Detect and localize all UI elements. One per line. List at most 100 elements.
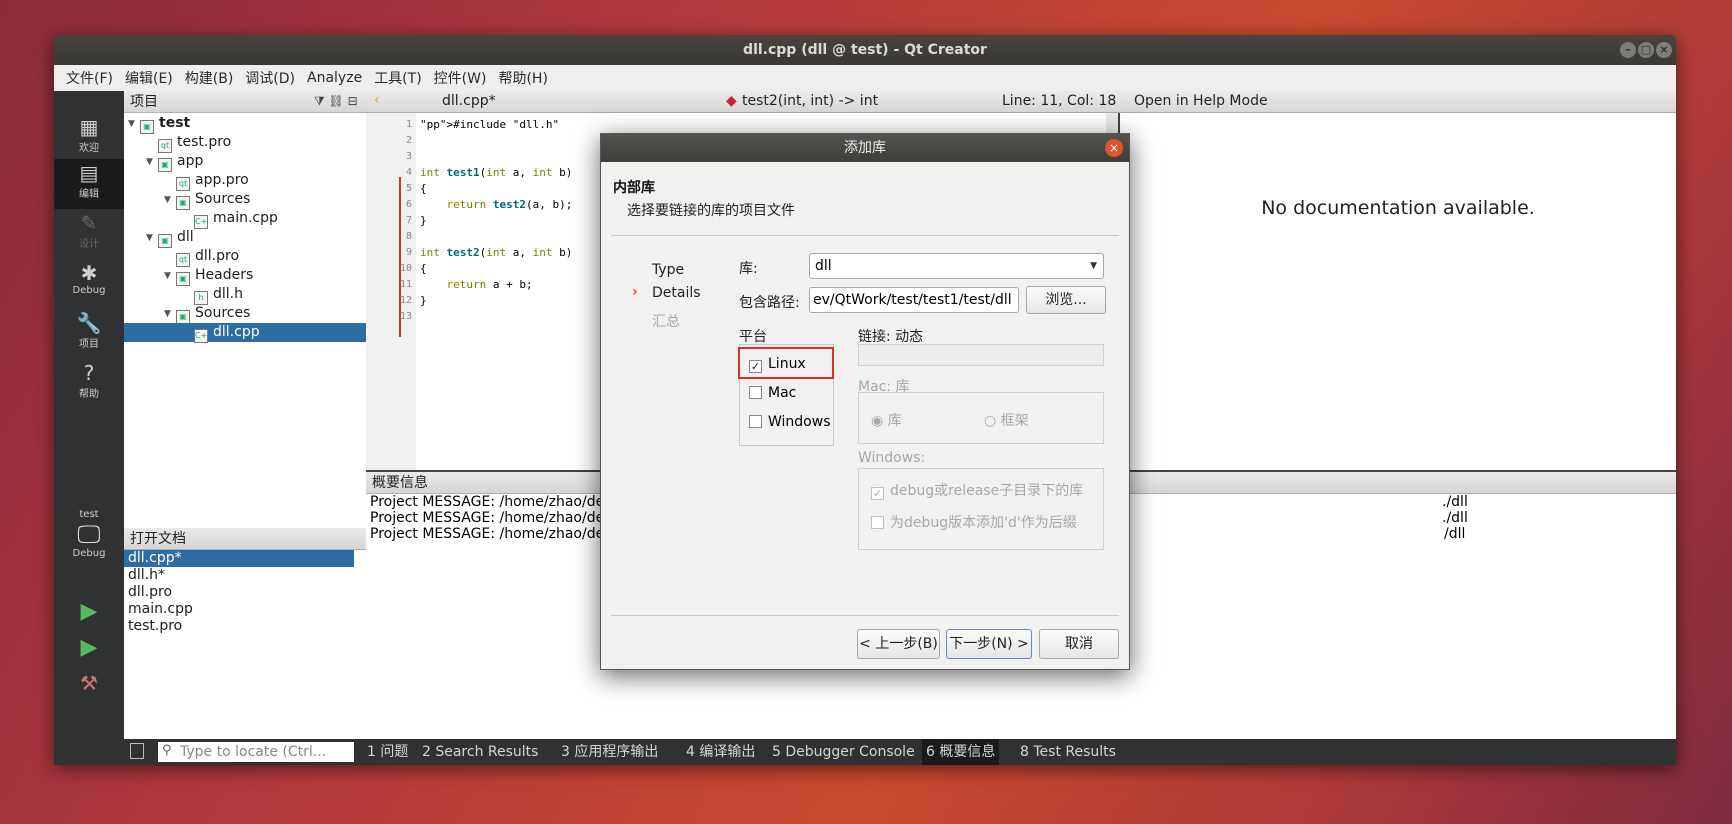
wrench-icon: 🔧 xyxy=(76,311,102,335)
windows-checkbox[interactable]: Windows xyxy=(749,414,831,430)
kit-selector[interactable]: test 🖵 Debug xyxy=(54,509,124,559)
search-icon: ⚲ xyxy=(162,743,172,758)
tab-app-output[interactable]: 3 应用程序输出 xyxy=(561,739,658,765)
folder-icon: ▣ xyxy=(176,310,190,324)
mac-framework-radio: ○ 框架 xyxy=(984,413,1029,429)
step-summary: 汇总 xyxy=(652,314,680,330)
mode-help[interactable]: ? 帮助 xyxy=(54,359,124,409)
folder-icon: ▣ xyxy=(176,196,190,210)
sidebar-toggle-icon[interactable] xyxy=(130,743,144,759)
maximize-icon[interactable]: □ xyxy=(1638,42,1654,58)
menu-help[interactable]: 帮助(H) xyxy=(492,68,553,88)
tab-debugger-console[interactable]: 5 Debugger Console xyxy=(772,739,915,765)
menu-debug[interactable]: 调试(D) xyxy=(239,68,301,88)
project-icon: ▣ xyxy=(158,158,172,172)
divider xyxy=(611,235,1119,236)
output-tabs-bar: Type to locate (Ctrl... ⚲ 1 问题 2 Search … xyxy=(124,739,1676,765)
open-docs-list: dll.cpp* dll.h* dll.pro main.cpp test.pr… xyxy=(124,550,366,739)
locator-input[interactable]: Type to locate (Ctrl... xyxy=(158,742,354,762)
open-doc-item[interactable]: dll.pro xyxy=(128,584,172,601)
tree-item[interactable]: ▣ dll xyxy=(158,228,194,248)
line-number: 8 xyxy=(405,231,412,242)
menu-widgets[interactable]: 控件(W) xyxy=(428,68,493,88)
minimize-icon[interactable]: – xyxy=(1620,42,1636,58)
mac-checkbox[interactable]: Mac xyxy=(749,385,796,401)
tree-item[interactable]: h dll.h xyxy=(194,285,243,305)
tab-compile-output[interactable]: 4 编译输出 xyxy=(686,739,755,765)
tree-item[interactable]: qt dll.pro xyxy=(176,247,239,267)
code-line: { xyxy=(420,262,427,275)
mode-projects[interactable]: 🔧 项目 xyxy=(54,309,124,359)
mode-design[interactable]: ✎ 设计 xyxy=(54,209,124,259)
menu-tools[interactable]: 工具(T) xyxy=(368,68,427,88)
editor-toolbar: ‹ dll.cpp* ◆ test2(int, int) -> int Line… xyxy=(366,91,1676,113)
library-value: dll xyxy=(815,258,832,274)
mode-debug[interactable]: ✱ Debug xyxy=(54,259,124,309)
mode-edit[interactable]: ▤ 编辑 xyxy=(54,159,124,209)
linux-checkbox[interactable]: ✓ Linux xyxy=(749,356,806,373)
link-type-select xyxy=(858,344,1104,366)
line-number: 12 xyxy=(399,295,412,306)
include-path-input[interactable]: ev/QtWork/test/test1/test/dll xyxy=(809,287,1019,313)
menu-build[interactable]: 构建(B) xyxy=(179,68,240,88)
open-doc-item[interactable]: main.cpp xyxy=(128,601,193,618)
output-line-tail: ./dll xyxy=(1442,510,1468,526)
tree-item[interactable]: ▣ Sources xyxy=(176,304,250,324)
no-doc-message: No documentation available. xyxy=(1261,197,1535,219)
open-doc-item[interactable]: dll.h* xyxy=(128,567,165,584)
debug-run-icon[interactable]: ▶ xyxy=(76,635,102,661)
tree-item[interactable]: ▣ test xyxy=(140,114,190,134)
open-doc-item[interactable]: test.pro xyxy=(128,618,182,635)
mode-welcome[interactable]: ▦ 欢迎 xyxy=(54,113,124,163)
checkbox-checked-icon: ✓ xyxy=(749,360,762,373)
next-button[interactable]: 下一步(N) > xyxy=(946,629,1032,659)
tree-item[interactable]: ▣ app xyxy=(158,152,203,172)
back-arrow-icon[interactable]: ‹ xyxy=(374,92,380,108)
tree-item[interactable]: qt app.pro xyxy=(176,171,249,191)
menu-edit[interactable]: 编辑(E) xyxy=(119,68,179,88)
filter-icon[interactable]: ⧩ ⛓ ⊟ xyxy=(314,94,358,109)
dialog-close-icon[interactable]: × xyxy=(1105,139,1123,157)
header-file-icon: h xyxy=(194,291,208,305)
tab-search-results[interactable]: 2 Search Results xyxy=(422,739,538,765)
close-icon[interactable]: × xyxy=(1656,42,1672,58)
code-line: } xyxy=(420,214,427,227)
step-details: Details xyxy=(652,285,701,301)
output-line: Project MESSAGE: /home/zhao/de xyxy=(370,510,605,526)
project-panel-header: 项目 ⧩ ⛓ ⊟ xyxy=(124,91,366,113)
link-type-label: 链接: 动态 xyxy=(858,329,924,345)
tab-general-messages[interactable]: 6 概要信息 xyxy=(922,739,1000,765)
tree-item[interactable]: ▣ Headers xyxy=(176,266,253,286)
monitor-icon: 🖵 xyxy=(77,520,101,548)
help-icon: ? xyxy=(83,361,95,385)
file-selector[interactable]: dll.cpp* xyxy=(442,93,496,109)
tree-item[interactable]: ▣ Sources xyxy=(176,190,250,210)
browse-button[interactable]: 浏览... xyxy=(1026,286,1106,314)
tab-test-results[interactable]: 8 Test Results xyxy=(1020,739,1116,765)
open-doc-item[interactable]: dll.cpp* xyxy=(124,550,354,567)
symbol-selector[interactable]: test2(int, int) -> int xyxy=(742,93,878,109)
help-mode-label[interactable]: Open in Help Mode xyxy=(1134,93,1268,109)
mode-selector: ▦ 欢迎 ▤ 编辑 ✎ 设计 ✱ Debug 🔧 项目 ? 帮助 test 🖵 Debug … xyxy=(54,91,124,765)
tree-item[interactable]: C+ main.cpp xyxy=(194,209,278,229)
project-tree: ▼ ▣ test qt test.pro ▼ ▣ app qt app.pro ▼ ▣ S… xyxy=(124,113,366,553)
output-line: Project MESSAGE: /home/zhao/de xyxy=(370,526,605,542)
cursor-position: Line: 11, Col: 18 xyxy=(1002,93,1117,109)
title-bar: dll.cpp (dll @ test) - Qt Creator – □ × xyxy=(54,35,1676,65)
code-line: return a + b; xyxy=(446,278,533,291)
checkbox-checked-icon: ✓ xyxy=(871,487,884,500)
step-type: Type xyxy=(652,262,685,278)
build-hammer-icon[interactable]: ⚒ xyxy=(76,671,102,697)
dialog-title-bar: 添加库 × xyxy=(601,134,1129,162)
back-button[interactable]: < 上一步(B) xyxy=(857,629,940,659)
menu-file[interactable]: 文件(F) xyxy=(60,68,119,88)
run-icon[interactable]: ▶ xyxy=(76,599,102,625)
tree-item[interactable]: qt test.pro xyxy=(158,133,231,153)
tree-item-selected[interactable]: C+ dll.cpp xyxy=(124,323,366,343)
library-select[interactable]: dll ▼ xyxy=(809,253,1104,279)
menu-analyze[interactable]: Analyze xyxy=(301,70,368,86)
current-step-arrow-icon: › xyxy=(632,284,638,300)
tab-issues[interactable]: 1 问题 xyxy=(367,739,408,765)
cancel-button[interactable]: 取消 xyxy=(1039,629,1119,659)
grid-icon: ▦ xyxy=(79,115,99,139)
